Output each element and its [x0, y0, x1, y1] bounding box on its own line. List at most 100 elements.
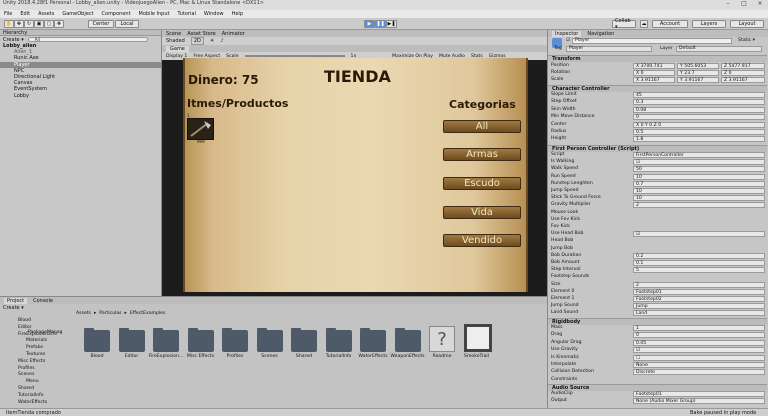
folder-icon[interactable] — [187, 328, 214, 352]
menu-help[interactable]: Help — [228, 11, 247, 17]
transform-tool-icon[interactable]: ❖ — [54, 20, 64, 28]
field-value[interactable]: 0.3 — [633, 99, 765, 106]
rotation-z[interactable]: Z 0 — [721, 70, 765, 76]
collab-dropdown[interactable]: Collab ▾ — [612, 18, 636, 30]
project-tree-item[interactable]: Menu — [26, 379, 39, 384]
tab-animator[interactable]: Animator — [222, 31, 245, 37]
field-value[interactable]: 1.8 — [633, 136, 765, 143]
breadcrumb-assets[interactable]: Assets — [76, 311, 91, 316]
cloud-icon[interactable]: ☁ — [640, 20, 648, 28]
folder-icon[interactable] — [291, 328, 317, 352]
transform-header[interactable]: Transform — [548, 55, 767, 62]
folder-icon[interactable] — [222, 328, 248, 352]
gameobject-name-field[interactable]: Player — [572, 38, 732, 44]
folder-icon[interactable] — [394, 328, 421, 352]
project-tree-item[interactable]: Scenes — [18, 372, 34, 377]
maximize-icon[interactable]: □ — [736, 0, 752, 10]
layout-dropdown[interactable]: Layout — [730, 20, 764, 28]
folder-icon[interactable] — [84, 328, 110, 352]
scale-z[interactable]: Z 3.91167 — [721, 77, 765, 83]
field-value[interactable]: 10 — [633, 173, 765, 180]
breadcrumb-particulas[interactable]: Particulas — [99, 311, 121, 316]
field-value[interactable]: 0.5 — [633, 129, 765, 135]
field-value[interactable]: 0 — [633, 332, 765, 339]
position-x[interactable]: X 3700.741 — [633, 63, 675, 69]
menu-mobile-input[interactable]: Mobile Input — [135, 11, 174, 17]
character-controller-header[interactable]: Character Controller — [548, 85, 767, 92]
category-armas-button[interactable]: Armas — [443, 148, 521, 161]
tab-scene[interactable]: Scene — [166, 31, 181, 37]
item-slot-axe[interactable] — [187, 118, 214, 140]
field-value[interactable]: 2 — [633, 281, 765, 288]
folder-icon[interactable] — [256, 328, 283, 352]
field-value[interactable]: 0.05 — [633, 339, 765, 346]
field-value[interactable]: ☐ — [633, 354, 765, 361]
menu-assets[interactable]: Assets — [34, 11, 58, 17]
hand-tool-icon[interactable]: ✋ — [4, 20, 14, 28]
field-value[interactable]: 10 — [633, 195, 765, 202]
close-icon[interactable]: × — [752, 0, 768, 10]
field-value[interactable]: 45 — [633, 92, 765, 98]
hierarchy-search-input[interactable]: All — [27, 37, 148, 42]
project-tree-item[interactable]: Misc Effects — [18, 359, 45, 364]
tag-dropdown[interactable]: Player — [566, 46, 652, 52]
field-value[interactable]: 0.7 — [633, 180, 765, 187]
tab-console[interactable]: Console — [33, 298, 53, 304]
menu-window[interactable]: Window — [200, 11, 228, 17]
hierarchy-create-button[interactable]: Create ▾ — [3, 37, 24, 43]
active-checkbox[interactable]: ☑ — [566, 38, 570, 43]
scale-slider[interactable] — [244, 55, 345, 57]
field-value[interactable]: 0.1 — [633, 260, 765, 266]
tab-inspector[interactable]: Inspector — [552, 30, 582, 37]
play-icon[interactable]: ▶ — [364, 20, 375, 28]
scale-x[interactable]: X 3.91167 — [633, 77, 675, 83]
folder-icon[interactable] — [118, 328, 145, 352]
field-value[interactable]: 2 — [633, 202, 765, 209]
field-value[interactable]: 1 — [633, 325, 765, 331]
project-create-button[interactable]: Create ▾ — [3, 305, 24, 311]
field-value[interactable]: Land — [633, 310, 765, 317]
smoketrail-icon[interactable] — [463, 324, 492, 352]
rect-tool-icon[interactable]: ▢ — [44, 20, 54, 28]
rotation-x[interactable]: X 0 — [633, 70, 675, 76]
menu-file[interactable]: File — [0, 11, 16, 17]
folder-icon[interactable] — [360, 328, 386, 352]
readme-icon[interactable]: ? — [429, 326, 455, 352]
hierarchy-item-lobby[interactable]: Lobby — [0, 93, 161, 99]
project-tree-item[interactable]: WaterEffects — [18, 400, 47, 405]
field-value[interactable]: ☑ — [633, 231, 765, 238]
shading-mode-dropdown[interactable]: Shaded — [166, 38, 185, 44]
field-value[interactable]: Jump — [633, 303, 765, 310]
field-value[interactable]: Footstep02 — [633, 296, 765, 302]
field-value[interactable]: 5 — [633, 267, 765, 274]
tab-navigation[interactable]: Navigation — [587, 31, 614, 37]
field-value[interactable]: Footstep01 — [633, 288, 765, 295]
category-vida-button[interactable]: Vida — [443, 206, 521, 219]
static-toggle[interactable]: Static ▾ — [738, 38, 755, 43]
step-icon[interactable]: ▶❚ — [386, 20, 397, 28]
field-value[interactable]: 0.2 — [633, 252, 765, 259]
field-value[interactable]: ☑ — [633, 159, 765, 166]
audio-source-header[interactable]: Audio Source — [548, 384, 767, 391]
move-tool-icon[interactable]: ✥ — [14, 20, 24, 28]
pivot-toggle[interactable]: Center — [88, 20, 114, 28]
category-all-button[interactable]: All — [443, 120, 521, 133]
lighting-icon[interactable]: ☀ — [210, 38, 214, 44]
field-value[interactable]: None — [633, 362, 765, 368]
mode-2d-toggle[interactable]: 2D — [190, 37, 204, 45]
rotate-tool-icon[interactable]: ↻ — [24, 20, 34, 28]
breadcrumb-effectexamples[interactable]: EffectExamples — [130, 311, 166, 316]
position-y[interactable]: Y 505.6053 — [677, 63, 719, 69]
account-dropdown[interactable]: Account — [652, 20, 688, 28]
minimize-icon[interactable]: – — [720, 0, 736, 10]
menu-gameobject[interactable]: GameObject — [58, 11, 97, 17]
field-value[interactable]: None (Audio Mixer Group) — [633, 398, 765, 405]
field-value[interactable]: Footstep01 — [633, 391, 765, 397]
scale-tool-icon[interactable]: ▣ — [34, 20, 44, 28]
space-toggle[interactable]: Local — [115, 20, 139, 28]
tab-game[interactable]: Game — [166, 45, 189, 52]
tab-asset-store[interactable]: Asset Store — [187, 31, 215, 37]
project-tree-item[interactable]: Blood — [18, 318, 31, 323]
folder-icon[interactable] — [153, 328, 179, 352]
tab-project[interactable]: Project — [4, 297, 28, 304]
